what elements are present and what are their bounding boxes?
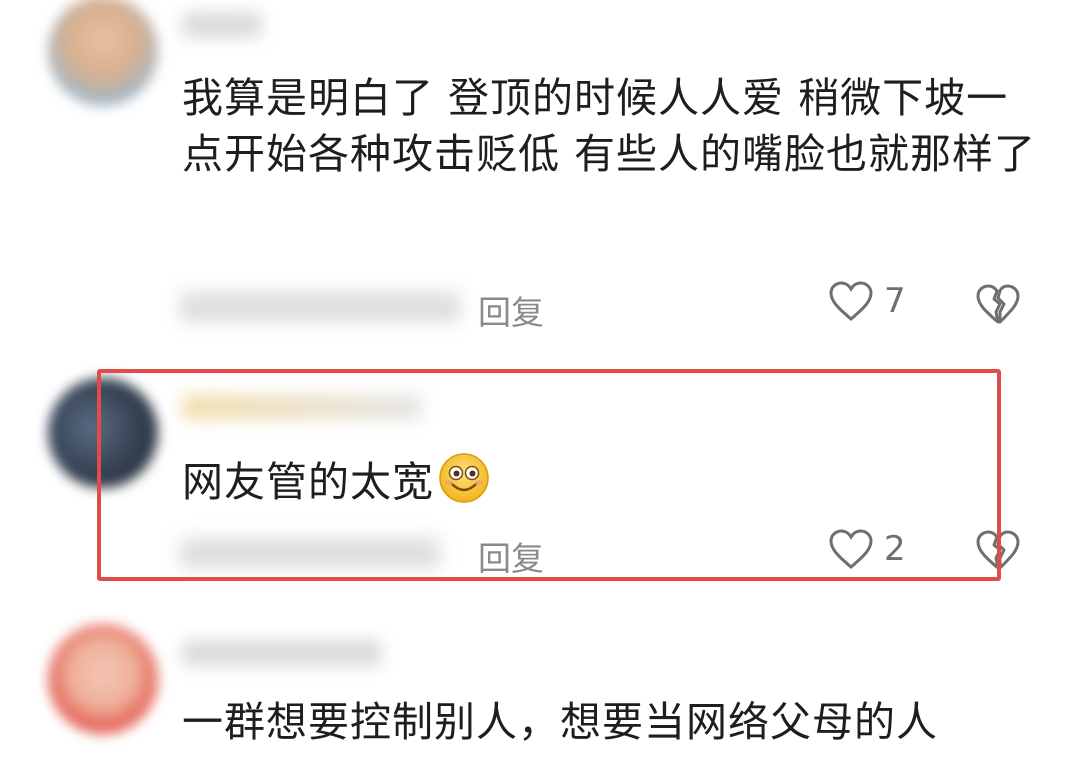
timestamp-blurred (180, 292, 460, 322)
avatar[interactable] (48, 624, 158, 734)
comment-item: 我算是明白了 登顶的时候人人爱 稍微下坡一点开始各种攻击贬低 有些人的嘴脸也就那… (0, 0, 1080, 360)
reply-button[interactable]: 回复 (478, 286, 544, 334)
comment-text: 我算是明白了 登顶的时候人人爱 稍微下坡一点开始各种攻击贬低 有些人的嘴脸也就那… (182, 74, 1037, 178)
heart-outline-icon (828, 280, 874, 322)
like-count: 7 (884, 281, 906, 321)
comment-item: 一群想要控制别人，想要当网络父母的人 (0, 610, 1080, 764)
username-blurred[interactable] (182, 640, 382, 666)
username-blurred[interactable] (182, 12, 262, 38)
dislike-button[interactable] (974, 282, 1022, 326)
highlight-box (97, 369, 1001, 581)
broken-heart-icon (974, 282, 1022, 326)
comment-text: 一群想要控制别人，想要当网络父母的人 (182, 698, 938, 746)
like-button[interactable]: 7 (828, 280, 906, 322)
avatar[interactable] (48, 0, 158, 106)
